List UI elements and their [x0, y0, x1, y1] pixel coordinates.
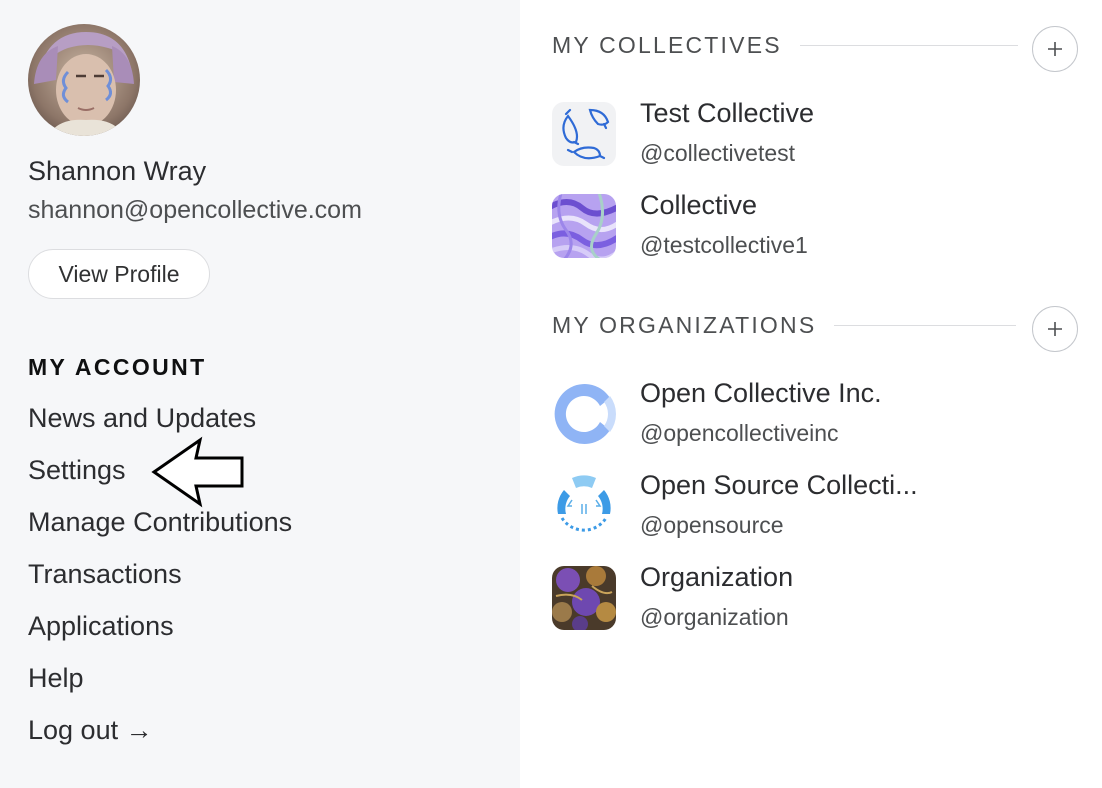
avatar-photo [28, 24, 140, 136]
organization-name: Organization [640, 562, 794, 592]
my-collectives-heading: MY COLLECTIVES [552, 32, 782, 58]
collectives-panel: MY COLLECTIVES Test Collective @collecti… [520, 0, 1102, 788]
menu-item-manage-contributions[interactable]: Manage Contributions [28, 502, 292, 554]
add-collective-button[interactable] [1032, 26, 1078, 72]
my-organizations-header: MY ORGANIZATIONS [552, 312, 1017, 339]
my-organizations-heading: MY ORGANIZATIONS [552, 312, 817, 338]
user-name: Shannon Wray [28, 156, 207, 186]
user-avatar[interactable] [28, 24, 140, 136]
open-source-collective-logo [552, 474, 616, 538]
plus-icon [1048, 42, 1062, 56]
pointer-arrow-icon [151, 436, 244, 508]
test-collective-logo [552, 102, 616, 166]
add-organization-button[interactable] [1032, 306, 1078, 352]
menu-item-log-out[interactable]: Log out → [28, 710, 292, 762]
organization-item-open-collective-inc[interactable]: Open Collective Inc. @opencollectiveinc [552, 378, 1092, 448]
lightbulbs-logo-icon [562, 108, 610, 160]
open-collective-logo [552, 382, 616, 446]
collective-item-test-collective[interactable]: Test Collective @collectivetest [552, 98, 1092, 168]
organization-slug: @opencollectiveinc [640, 420, 839, 446]
open-collective-logo-icon [554, 384, 616, 444]
organization-item-open-source-collective[interactable]: Open Source Collecti... @opensource [552, 470, 1092, 540]
collective-name: Collective [640, 190, 758, 220]
view-profile-button[interactable]: View Profile [28, 249, 210, 299]
collective-slug: @testcollective1 [640, 232, 808, 258]
organization-logo [552, 566, 616, 630]
divider [799, 44, 1018, 47]
account-panel: Shannon Wray shannon@opencollective.com … [0, 0, 520, 788]
collective-item-collective[interactable]: Collective @testcollective1 [552, 190, 1092, 260]
collective-name: Test Collective [640, 98, 815, 128]
my-account-heading: MY ACCOUNT [28, 354, 207, 380]
organization-slug: @opensource [640, 512, 784, 538]
user-email: shannon@opencollective.com [28, 196, 362, 224]
menu-item-help[interactable]: Help [28, 658, 292, 710]
divider [834, 324, 1017, 327]
menu-item-applications[interactable]: Applications [28, 606, 292, 658]
organization-item-organization[interactable]: Organization @organization [552, 562, 1092, 632]
collective-logo [552, 194, 616, 258]
marble-logo-icon [552, 194, 616, 258]
flowers-photo-icon [552, 566, 616, 630]
collective-slug: @collectivetest [640, 140, 796, 166]
open-source-collective-logo-icon [557, 475, 611, 532]
organization-slug: @organization [640, 604, 789, 630]
organization-name: Open Source Collecti... [640, 470, 918, 500]
plus-icon [1048, 322, 1062, 336]
my-collectives-header: MY COLLECTIVES [552, 32, 1018, 59]
organization-name: Open Collective Inc. [640, 378, 882, 408]
menu-item-transactions[interactable]: Transactions [28, 554, 292, 606]
